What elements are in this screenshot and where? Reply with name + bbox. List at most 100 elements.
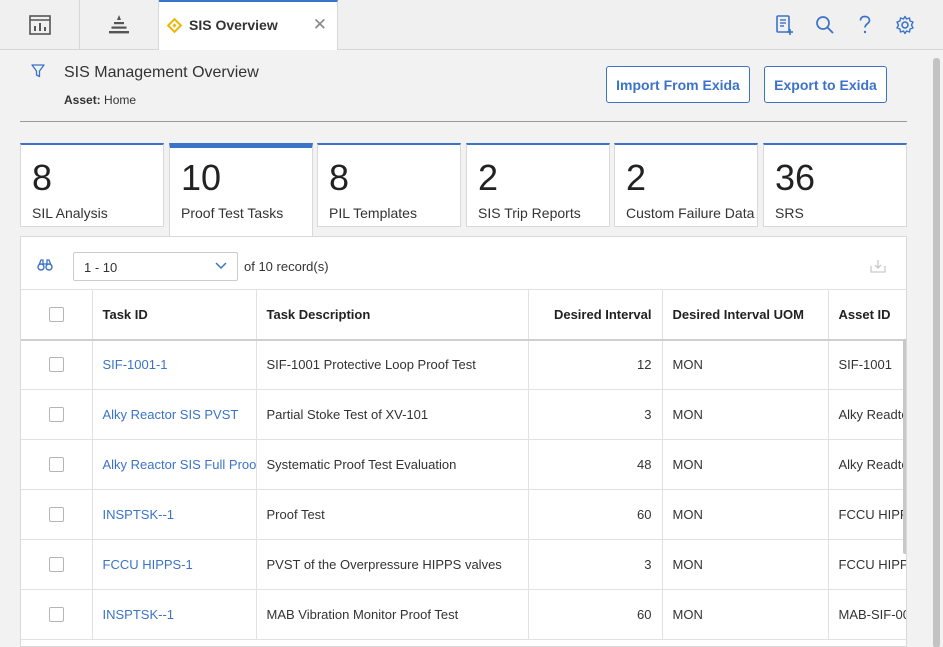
task-description: Systematic Proof Test Evaluation: [256, 439, 529, 490]
page-title: SIS Management Overview: [64, 64, 259, 81]
filter-icon[interactable]: [31, 64, 45, 78]
asset-value[interactable]: Home: [104, 93, 136, 107]
tile-count: 2: [626, 157, 647, 198]
tile-count: 8: [329, 157, 350, 198]
hierarchy-tab[interactable]: [79, 0, 159, 49]
page-scrollbar-thumb[interactable]: [933, 58, 940, 647]
row-checkbox[interactable]: [48, 607, 64, 622]
tile-count: 2: [478, 157, 499, 198]
tab-label: SIS Overview: [189, 17, 278, 33]
new-record-button[interactable]: [773, 13, 797, 37]
asset-id: FCCU HIPPS: [828, 539, 906, 590]
export-to-exida-button[interactable]: Export to Exida: [764, 66, 887, 103]
settings-button[interactable]: [893, 13, 917, 37]
table-row: INSPTSK--1 MAB Vibration Monitor Proof T…: [21, 589, 906, 640]
task-id-link[interactable]: INSPTSK--1: [92, 589, 257, 640]
row-checkbox[interactable]: [48, 357, 64, 373]
tasks-table: Task ID Task Description Desired Interva…: [21, 289, 906, 640]
desired-interval-uom: MON: [662, 489, 829, 540]
header-divider: [20, 121, 907, 122]
table-row: SIF-1001-1 SIF-1001 Protective Loop Proo…: [21, 339, 906, 390]
select-all-checkbox[interactable]: [48, 306, 64, 322]
tile-sis-trip-reports[interactable]: 2 SIS Trip Reports: [466, 143, 610, 227]
task-description: Partial Stoke Test of XV-101: [256, 389, 529, 440]
hierarchy-icon: [108, 14, 129, 33]
table-row: Alky Reactor SIS Full Proof Systematic P…: [21, 439, 906, 490]
tab-sis-overview[interactable]: SIS Overview ✕: [159, 0, 338, 50]
table-header-row: Task ID Task Description Desired Interva…: [21, 289, 906, 341]
asset-id: Alky Readto: [828, 439, 906, 490]
tile-label: SIS Trip Reports: [478, 205, 581, 221]
binoculars-icon[interactable]: [37, 259, 53, 271]
new-record-icon: [776, 15, 793, 35]
task-id-link[interactable]: Alky Reactor SIS PVST: [92, 389, 257, 440]
tile-label: Custom Failure Data: [626, 205, 755, 221]
table-row: FCCU HIPPS-1 PVST of the Overpressure HI…: [21, 539, 906, 590]
asset-id: SIF-1001: [828, 339, 906, 390]
import-from-exida-button[interactable]: Import From Exida: [606, 66, 750, 103]
row-checkbox[interactable]: [48, 557, 64, 572]
task-description: Proof Test: [256, 489, 529, 540]
grid-scrollbar[interactable]: [903, 339, 906, 554]
asset-id: MAB-SIF-001: [828, 589, 906, 640]
chevron-down-icon: [215, 262, 227, 270]
desired-interval-uom: MON: [662, 389, 829, 440]
column-header-task-description[interactable]: Task Description: [256, 289, 529, 341]
desired-interval-uom: MON: [662, 539, 829, 590]
tile-label: SIL Analysis: [32, 205, 108, 221]
desired-interval: 60: [528, 589, 663, 640]
tile-sil-analysis[interactable]: 8 SIL Analysis: [20, 143, 164, 227]
tile-srs[interactable]: 36 SRS: [763, 143, 907, 227]
column-header-desired-interval[interactable]: Desired Interval: [528, 289, 663, 341]
task-id-link[interactable]: Alky Reactor SIS Full Proof: [92, 439, 257, 490]
tile-count: 36: [775, 157, 816, 198]
page-range-select[interactable]: 1 - 10: [73, 252, 238, 281]
asset-id: Alky Readto: [828, 389, 906, 440]
tile-count: 10: [181, 157, 222, 198]
tile-label: Proof Test Tasks: [181, 205, 284, 221]
desired-interval: 12: [528, 339, 663, 390]
tile-proof-test-tasks[interactable]: 10 Proof Test Tasks: [169, 143, 313, 236]
tile-label: PIL Templates: [329, 205, 417, 221]
row-checkbox[interactable]: [48, 457, 64, 472]
desired-interval: 48: [528, 439, 663, 490]
desired-interval-uom: MON: [662, 339, 829, 390]
close-icon[interactable]: ✕: [313, 15, 327, 35]
tile-label: SRS: [775, 205, 804, 221]
select-all-header: [21, 289, 93, 341]
row-checkbox[interactable]: [48, 507, 64, 522]
desired-interval-uom: MON: [662, 589, 829, 640]
task-id-link[interactable]: SIF-1001-1: [92, 339, 257, 390]
top-tab-bar: SIS Overview ✕: [0, 0, 943, 50]
asset-id: FCCU HIPPS: [828, 489, 906, 540]
table-row: INSPTSK--1 Proof Test 60 MON FCCU HIPPS: [21, 489, 906, 540]
record-count: of 10 record(s): [244, 259, 329, 274]
column-header-asset-id[interactable]: Asset ID: [828, 289, 906, 341]
task-description: PVST of the Overpressure HIPPS valves: [256, 539, 529, 590]
help-button[interactable]: [853, 13, 877, 37]
proof-test-tasks-grid: 1 - 10 of 10 record(s) Task ID Task Desc…: [20, 236, 907, 647]
dashboard-icon: [28, 14, 51, 35]
tile-custom-failure-data[interactable]: 2 Custom Failure Data: [614, 143, 758, 227]
table-row: Alky Reactor SIS PVST Partial Stoke Test…: [21, 389, 906, 440]
diamond-icon: [166, 17, 183, 34]
search-icon: [816, 16, 834, 34]
main-content: SIS Management Overview Asset: Home Impo…: [0, 50, 930, 647]
column-header-task-id[interactable]: Task ID: [92, 289, 257, 341]
help-icon: [859, 15, 871, 34]
column-header-desired-interval-uom[interactable]: Desired Interval UOM: [662, 289, 829, 341]
page-range-value: 1 - 10: [84, 260, 118, 275]
tile-count: 8: [32, 157, 53, 198]
row-checkbox[interactable]: [48, 407, 64, 422]
task-id-link[interactable]: FCCU HIPPS-1: [92, 539, 257, 590]
desired-interval: 60: [528, 489, 663, 540]
export-icon[interactable]: [870, 259, 886, 273]
task-id-link[interactable]: INSPTSK--1: [92, 489, 257, 540]
asset-breadcrumb: Asset: Home: [64, 93, 136, 107]
task-description: MAB Vibration Monitor Proof Test: [256, 589, 529, 640]
search-button[interactable]: [813, 13, 837, 37]
dashboard-tab[interactable]: [0, 0, 80, 49]
page-scrollbar[interactable]: [930, 50, 943, 647]
tile-pil-templates[interactable]: 8 PIL Templates: [317, 143, 461, 227]
desired-interval: 3: [528, 389, 663, 440]
